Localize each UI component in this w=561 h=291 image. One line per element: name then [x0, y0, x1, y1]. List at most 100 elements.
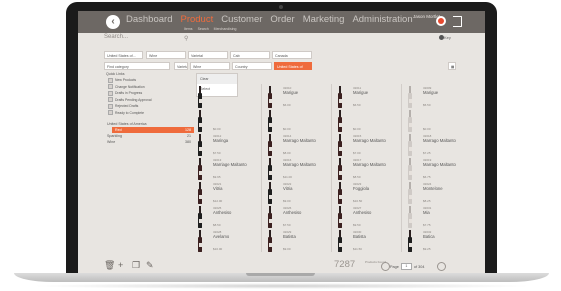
quick-link-label: Ready to Complete — [115, 110, 145, 115]
wine-bottle-image — [268, 134, 272, 156]
checkbox-icon[interactable] — [108, 77, 113, 83]
back-icon[interactable]: ‹ — [106, 15, 120, 29]
filter-varietal[interactable]: Varietal — [188, 51, 228, 59]
quick-link-item[interactable]: Change Notification — [108, 84, 194, 89]
product-card[interactable]: 32031 Mia $7.75 — [405, 204, 467, 231]
prev-page-button[interactable] — [381, 262, 390, 271]
nav-item-product[interactable]: Product — [180, 14, 213, 25]
quick-link-item[interactable]: Rejected Drafts — [108, 103, 194, 109]
product-card[interactable]: 32025 Anthesiso $8.50 — [195, 204, 257, 231]
product-card[interactable]: 32026 Anthesiso $7.50 — [265, 204, 327, 231]
find-category-input[interactable]: Find category — [104, 62, 170, 70]
tree-item-count: 380 — [185, 140, 191, 144]
nav-item-order[interactable]: Order — [270, 14, 294, 25]
product-card[interactable]: 32024 Montelone $8.25 — [405, 180, 467, 207]
product-card[interactable]: 32013 Marriage Maltanto $9.95 — [195, 156, 257, 183]
product-card[interactable]: 32022 Vitria $9.00 — [265, 180, 327, 207]
product-card[interactable]: 32019 Marrago Maltanto $6.75 — [405, 156, 467, 183]
product-card[interactable]: 32030 Batista $11.50 — [335, 228, 397, 255]
product-card[interactable]: 32016 Marrago Maltanto $11.00 — [265, 156, 327, 183]
edit-icon[interactable]: ✎ — [146, 260, 154, 271]
product-price: $9.50 — [353, 223, 361, 227]
checkbox-icon[interactable] — [108, 90, 113, 96]
product-card[interactable]: $0.00 — [195, 108, 257, 135]
wine-bottle-image — [408, 134, 412, 156]
product-card[interactable]: 32021 Vitria $12.00 — [195, 180, 257, 207]
product-price: $0.00 — [283, 127, 291, 131]
product-card[interactable] — [195, 84, 257, 111]
laptop-notch — [246, 273, 315, 276]
trash-icon[interactable]: 🗑 — [104, 260, 115, 271]
product-count: 7287 — [334, 259, 356, 270]
search-icon[interactable]: ⚲ — [184, 35, 188, 42]
subnav-item-merchandising[interactable]: Merchandising — [214, 27, 237, 31]
product-name: Batista — [283, 234, 296, 239]
quick-link-item[interactable]: Drafts Pending Approval — [108, 97, 194, 102]
filter2-wine[interactable]: Wine — [190, 62, 230, 70]
dropdown-clear[interactable]: Clear — [197, 74, 237, 84]
product-card[interactable]: 32011 Marigue $6.50 — [335, 84, 397, 111]
laptop-frame: ‹ Dashboard Product Customer Order Marketing… — [66, 2, 497, 276]
product-card[interactable]: 32010 Marigue $6.00 — [265, 84, 327, 111]
tree-root-label: United States of America — [107, 122, 147, 126]
next-page-button[interactable] — [437, 262, 446, 271]
product-price: $8.50 — [353, 175, 361, 179]
product-card[interactable]: 32012 Maringa $7.50 — [195, 132, 257, 159]
key-button[interactable]: Key — [444, 35, 451, 40]
product-card[interactable]: 32015 Marrago Maltanto $7.00 — [335, 132, 397, 159]
checkbox-icon[interactable] — [108, 110, 113, 115]
wine-bottle-image — [338, 230, 342, 252]
page-input[interactable]: 1 — [400, 263, 412, 270]
copy-icon[interactable]: ❐ — [132, 260, 140, 271]
filter-canada[interactable]: Canada — [272, 51, 312, 59]
checkbox-icon[interactable] — [108, 84, 113, 89]
logout-icon[interactable] — [453, 16, 462, 27]
product-card[interactable]: $0.00 — [405, 108, 467, 135]
product-name: Foggiola — [353, 186, 370, 191]
product-name: Montelone — [423, 186, 443, 191]
user-avatar-icon[interactable] — [436, 16, 446, 26]
checkbox-icon[interactable] — [108, 103, 113, 109]
product-card[interactable]: 32029 Batista $9.00 — [265, 228, 327, 255]
product-name: Marigue — [283, 90, 299, 95]
filter2-country[interactable]: Country — [232, 62, 272, 70]
quick-link-label: Drafts in Progress — [115, 91, 143, 95]
grid-view-icon[interactable]: ▦ — [448, 62, 456, 70]
product-card[interactable]: 32014 Marrago Maltanto $8.00 — [265, 132, 327, 159]
filter2-varietal[interactable]: Varietal — [174, 62, 188, 70]
filter-country[interactable]: United States of... — [104, 51, 143, 59]
wine-bottle-image — [338, 206, 342, 228]
product-card[interactable]: $0.00 — [265, 108, 327, 135]
product-name: Anthesiso — [353, 210, 372, 215]
product-card[interactable]: 32028 Avelamo $10.00 — [195, 228, 257, 255]
product-price: $6.50 — [353, 103, 361, 107]
search-input[interactable]: Search... — [104, 34, 184, 43]
filter-cab[interactable]: Cab — [230, 51, 270, 59]
checkbox-icon[interactable] — [108, 97, 113, 102]
add-icon[interactable]: + — [118, 260, 123, 270]
tree-item-wine[interactable]: Wine 380 — [104, 139, 194, 145]
quick-link-label: Change Notification — [115, 84, 145, 89]
nav-item-administration[interactable]: Administration — [352, 14, 412, 25]
quick-link-item[interactable]: Drafts in Progress — [108, 90, 194, 96]
quick-link-item[interactable]: New Products — [108, 77, 194, 83]
nav-item-marketing[interactable]: Marketing — [303, 14, 345, 25]
product-name: Marrago Maltanto — [283, 162, 316, 167]
product-card[interactable]: 32023 Foggiola $10.50 — [335, 180, 397, 207]
product-name: Marigue — [423, 90, 439, 95]
product-name: Mia — [423, 210, 430, 215]
product-card[interactable]: $0.00 — [335, 108, 397, 135]
nav-item-dashboard[interactable]: Dashboard — [126, 14, 172, 25]
product-card[interactable]: 32017 Marrago Maltanto $8.50 — [335, 156, 397, 183]
subnav-item-search[interactable]: Search — [198, 27, 209, 31]
filter2-active[interactable]: United States of — [274, 62, 312, 70]
subnav-item-items[interactable]: Items — [184, 27, 193, 31]
grid-divider — [401, 84, 402, 252]
product-card[interactable]: 32018 Marrago Maltanto $7.25 — [405, 132, 467, 159]
product-card[interactable]: 32027 Anthesiso $9.50 — [335, 204, 397, 231]
product-card[interactable]: 32032 Batica $9.25 — [405, 228, 467, 255]
nav-item-customer[interactable]: Customer — [221, 14, 262, 25]
filter-type[interactable]: Wine — [146, 51, 186, 59]
quick-link-item[interactable]: Ready to Complete — [108, 110, 194, 115]
product-card[interactable]: 32009 Marigue $5.50 — [405, 84, 467, 111]
